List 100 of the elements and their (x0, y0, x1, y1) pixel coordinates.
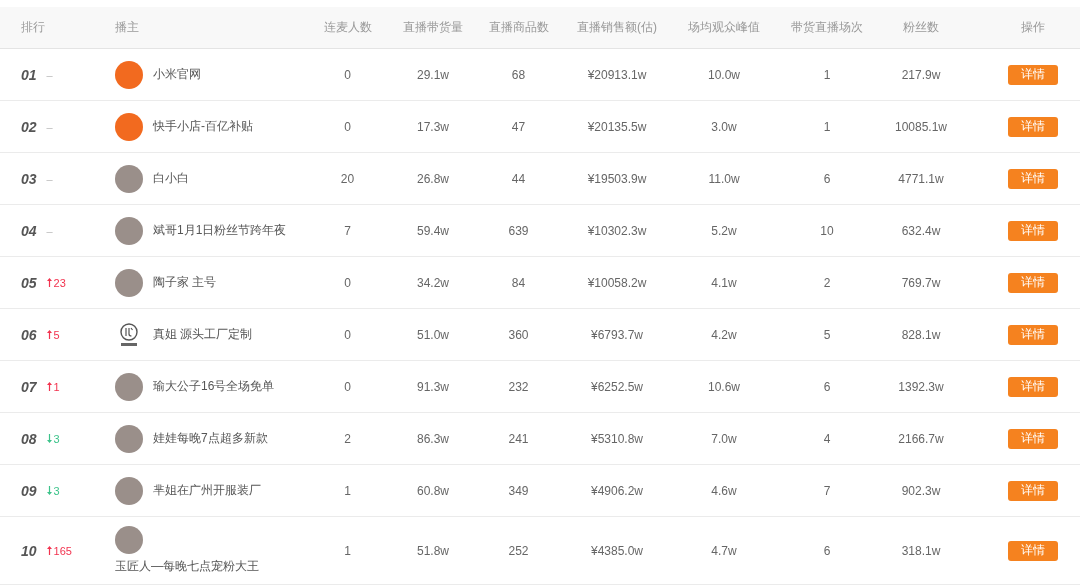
table-cell: 7.0w (711, 431, 737, 446)
table-cell: 6 (823, 379, 831, 394)
rank-number: 05 (21, 274, 37, 291)
streamer-name[interactable]: 陶子家 主号 (153, 274, 217, 291)
rank-number: 09 (21, 482, 37, 499)
rank-number: 10 (21, 542, 37, 559)
table-cell: ¥4906.2w (590, 483, 643, 498)
table-cell: 44 (511, 171, 526, 186)
avatar-photo (115, 372, 143, 401)
rank-number: 01 (21, 66, 37, 83)
column-header: 直播带货量 (403, 19, 463, 36)
arrow-up-icon (46, 330, 52, 339)
table-cell: 6 (823, 543, 831, 558)
table-cell: ¥10058.2w (587, 275, 647, 290)
table-cell: 217.9w (901, 67, 941, 82)
rank-change: – (46, 120, 53, 133)
column-header: 带货直播场次 (791, 19, 863, 36)
table-cell: ¥6793.7w (590, 327, 643, 342)
column-header: 直播销售额(估) (577, 19, 657, 36)
table-cell: 51.0w (417, 327, 449, 342)
table-cell: 17.3w (417, 119, 449, 134)
table-cell: ¥20135.5w (587, 119, 647, 134)
table-cell: 0 (344, 67, 351, 82)
table-cell: 60.8w (417, 483, 449, 498)
table-cell: 1 (344, 543, 351, 558)
avatar-photo (115, 476, 143, 505)
table-cell: 241 (508, 431, 529, 446)
table-cell: ¥19503.9w (587, 171, 647, 186)
column-header: 排行 (21, 19, 45, 36)
table-cell: 34.2w (417, 275, 449, 290)
table-cell: 10.0w (708, 67, 740, 82)
table-cell: 1 (823, 119, 831, 134)
table-cell: 7 (823, 483, 831, 498)
streamer-name[interactable]: 斌哥1月1日粉丝节跨年夜 (153, 222, 287, 239)
avatar-photo (115, 164, 143, 193)
rank-change: 5 (53, 328, 60, 341)
table-cell: 4.6w (711, 483, 737, 498)
table-cell: 20 (340, 171, 355, 186)
streamer-name[interactable]: 白小白 (153, 170, 189, 187)
column-header: 粉丝数 (903, 19, 939, 36)
table-cell: 4.7w (711, 543, 737, 558)
table-cell: 47 (511, 119, 526, 134)
streamer-name[interactable]: 娃娃每晚7点超多新款 (153, 430, 268, 447)
table-cell: 5 (823, 327, 831, 342)
table-cell: ¥4385.0w (590, 543, 643, 558)
avatar-photo (115, 526, 143, 554)
arrow-down-icon (46, 434, 52, 443)
rank-number: 03 (21, 170, 37, 187)
column-header: 场均观众峰值 (688, 19, 760, 36)
avatar-photo (115, 216, 143, 245)
table-cell: 349 (508, 483, 529, 498)
rank-number: 08 (21, 430, 37, 447)
streamer-name[interactable]: 快手小店-百亿补贴 (153, 118, 253, 135)
table-cell: 3.0w (711, 119, 737, 134)
avatar-photo (115, 268, 143, 297)
rank-number: 04 (21, 222, 37, 239)
table-cell: 4771.1w (898, 171, 944, 186)
table-cell: 0 (344, 119, 351, 134)
table-cell: 86.3w (417, 431, 449, 446)
rank-change: 23 (53, 276, 66, 289)
table-cell: 0 (344, 275, 351, 290)
table-cell: 11.0w (708, 171, 740, 186)
table-cell: 84 (511, 275, 526, 290)
streamer-name[interactable]: 真姐 源头工厂定制 (153, 326, 253, 343)
table-cell: 360 (508, 327, 529, 342)
rank-change: – (46, 172, 53, 185)
table-cell: 59.4w (417, 223, 449, 238)
table-cell: 2 (344, 431, 351, 446)
streamer-name[interactable]: 瑜大公子16号全场免单 (153, 378, 275, 395)
arrow-up-icon (46, 382, 52, 391)
table-cell: 1 (344, 483, 351, 498)
table-cell: 232 (508, 379, 529, 394)
arrow-down-icon (46, 486, 52, 495)
column-header: 直播商品数 (488, 19, 549, 36)
column-header: 连麦人数 (323, 19, 372, 36)
table-cell: 4.1w (711, 275, 737, 290)
table-cell: 4.2w (711, 327, 737, 342)
streamer-name[interactable]: 芈姐在广州开服装厂 (153, 482, 261, 499)
table-cell: 26.8w (417, 171, 449, 186)
rank-change: 165 (53, 544, 72, 557)
logo-disc-icon (115, 60, 143, 89)
table-cell: 5.2w (711, 223, 737, 238)
table-cell: 51.8w (417, 543, 449, 558)
table-cell: 10.6w (708, 379, 740, 394)
streamer-name[interactable]: 小米官网 (153, 66, 201, 83)
rank-number: 02 (21, 118, 37, 135)
table-cell: 902.3w (901, 483, 941, 498)
streamer-name[interactable]: 玉匠人—每晚七点宠粉大王 (115, 558, 259, 575)
table-cell: 7 (344, 223, 351, 238)
logo-disc-icon (115, 112, 143, 141)
table-cell: 6 (823, 171, 831, 186)
table-cell: 1 (823, 67, 831, 82)
arrow-up-icon (46, 546, 52, 555)
table-cell: 10085.1w (894, 119, 947, 134)
rank-change: – (46, 68, 53, 81)
column-header: 播主 (115, 19, 139, 36)
table-cell: ¥20913.1w (587, 67, 647, 82)
table-cell: ¥10302.3w (587, 223, 647, 238)
rank-number: 06 (21, 326, 37, 343)
avatar-photo (115, 424, 143, 453)
